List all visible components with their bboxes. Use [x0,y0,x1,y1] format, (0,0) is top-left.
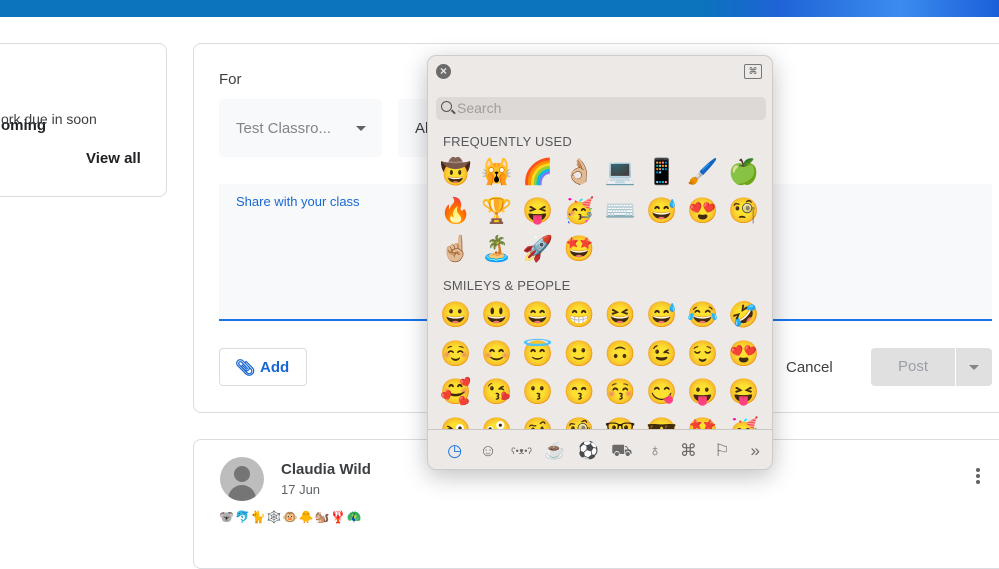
avatar [220,457,264,501]
emoji-item[interactable]: 🤩 [682,412,723,430]
section-frequently-used: FREQUENTLY USED [443,134,572,149]
post-date: 17 Jun [281,482,321,497]
emoji-item[interactable]: 🥰 [435,373,476,412]
class-select[interactable]: Test Classro... [219,99,382,157]
search-placeholder: Search [457,100,502,116]
emoji-item[interactable]: 😆 [600,296,641,335]
emoji-item[interactable]: ⌨️ [600,192,641,231]
character-viewer-icon[interactable]: ⌘ [744,64,762,79]
category-tabs: ◷ ☺ ʕ•ᴥ•ʔ ☕ ⚽ ⛟ ♁ ⌘ ⚐» [428,429,772,469]
chevron-down-icon [356,126,366,131]
smileys-grid: 😀😃😄😁😆😅😂🤣 ☺️😊😇🙂🙃😉😌😍 🥰😘😗😙😚😋😛😝 😜🤪🤨🧐🤓😎🤩🥳 [435,296,765,429]
emoji-item[interactable]: 🙃 [600,335,641,374]
emoji-item[interactable]: 😍 [682,192,723,231]
emoji-item[interactable]: 😝 [723,373,764,412]
for-label: For [219,71,242,88]
section-smileys: SMILEYS & PEOPLE [443,278,571,293]
emoji-item[interactable]: 🥳 [723,412,764,430]
tab-flags-icon[interactable]: ⚐ [705,430,738,469]
emoji-picker: × ⌘ Search FREQUENTLY USED 🤠 🙀 🌈 👌🏼 💻 📱 🖌️ 🍏 🔥 🏆 😝… [427,55,773,470]
emoji-item[interactable]: 😗 [517,373,558,412]
tab-activity-icon[interactable]: ⚽ [572,430,605,469]
emoji-item[interactable]: 🤨 [517,412,558,430]
post-author: Claudia Wild [281,461,371,478]
tab-travel-icon[interactable]: ⛟ [605,430,638,469]
emoji-item[interactable]: 🏆 [476,192,517,231]
upcoming-card: oming ork due in soon View all [0,43,167,197]
chevron-down-icon [969,365,979,370]
emoji-item[interactable]: 🧐 [723,192,764,231]
emoji-item[interactable]: 😋 [641,373,682,412]
emoji-item[interactable]: 💻 [600,153,641,192]
emoji-item[interactable]: 👌🏼 [559,153,600,192]
class-select-value: Test Classro... [236,120,332,137]
add-attachment-button[interactable]: 📎︎ Add [219,348,307,386]
emoji-item[interactable]: 😂 [682,296,723,335]
more-options-icon[interactable] [972,468,984,488]
upcoming-subtitle: ork due in soon [1,111,97,127]
view-all-link[interactable]: View all [86,150,141,167]
tab-recent-icon[interactable]: ◷ [438,430,471,469]
cancel-button[interactable]: Cancel [786,359,833,376]
emoji-item[interactable]: 🧐 [559,412,600,430]
emoji-item[interactable]: 😍 [723,335,764,374]
emoji-item[interactable]: 📱 [641,153,682,192]
close-icon[interactable]: × [436,64,451,79]
top-app-bar [0,0,999,17]
emoji-item[interactable]: 😝 [517,192,558,231]
search-icon [441,101,452,112]
emoji-item[interactable]: 😎 [641,412,682,430]
emoji-item[interactable]: 😀 [435,296,476,335]
post-button[interactable]: Post [871,348,955,386]
emoji-item[interactable]: 😉 [641,335,682,374]
emoji-item[interactable]: 🔥 [435,192,476,231]
emoji-item[interactable]: 😚 [600,373,641,412]
emoji-item[interactable]: 😄 [517,296,558,335]
tab-smileys-icon[interactable]: ☺ [471,430,504,469]
emoji-item[interactable]: 🙀 [476,153,517,192]
paperclip-icon: 📎︎ [235,360,256,377]
emoji-item[interactable]: 😅 [641,192,682,231]
emoji-item[interactable]: 😁 [559,296,600,335]
emoji-item[interactable]: 🖌️ [682,153,723,192]
emoji-item[interactable]: 😜 [435,412,476,430]
emoji-item[interactable]: 🚀 [517,230,558,269]
post-options-button[interactable] [956,348,992,386]
frequently-used-grid: 🤠 🙀 🌈 👌🏼 💻 📱 🖌️ 🍏 🔥 🏆 😝 🥳 ⌨️ 😅 😍 🧐 ☝🏼 🏝️ 🚀 🤩 [435,153,765,269]
emoji-item[interactable]: 😙 [559,373,600,412]
emoji-item[interactable]: 🙂 [559,335,600,374]
emoji-item[interactable]: 😘 [476,373,517,412]
tab-symbols-icon[interactable]: ⌘ [672,430,705,469]
tab-objects-icon[interactable]: ♁ [638,430,671,469]
emoji-item[interactable]: 🤣 [723,296,764,335]
emoji-item[interactable]: ☺️ [435,335,476,374]
tab-animals-icon[interactable]: ʕ•ᴥ•ʔ [505,430,538,469]
emoji-list[interactable]: FREQUENTLY USED 🤠 🙀 🌈 👌🏼 💻 📱 🖌️ 🍏 🔥 🏆 😝 🥳 ⌨️ 😅 😍 🧐 ☝🏼 🏝️ 🚀… [428,128,772,429]
emoji-item[interactable]: 😛 [682,373,723,412]
tab-food-icon[interactable]: ☕ [538,430,571,469]
emoji-item[interactable]: 🏝️ [476,230,517,269]
emoji-item[interactable]: 🍏 [723,153,764,192]
emoji-item[interactable]: 😃 [476,296,517,335]
emoji-item[interactable]: ☝🏼 [435,230,476,269]
emoji-item[interactable]: 😊 [476,335,517,374]
emoji-item[interactable]: 🌈 [517,153,558,192]
post-content: 🐨🐬🐈🕸️🐵🐥🐿️🦞🦚 [219,510,363,524]
emoji-item[interactable]: 🥳 [559,192,600,231]
emoji-item[interactable]: 😌 [682,335,723,374]
emoji-item[interactable]: 😇 [517,335,558,374]
textarea-placeholder: Share with your class [236,194,360,209]
emoji-item[interactable]: 🤠 [435,153,476,192]
add-label: Add [260,359,290,376]
emoji-item[interactable]: 😅 [641,296,682,335]
tab-more-icon[interactable]: » [739,430,772,469]
emoji-search-input[interactable]: Search [436,97,766,120]
emoji-item[interactable]: 🤩 [559,230,600,269]
emoji-item[interactable]: 🤓 [600,412,641,430]
emoji-item[interactable]: 🤪 [476,412,517,430]
